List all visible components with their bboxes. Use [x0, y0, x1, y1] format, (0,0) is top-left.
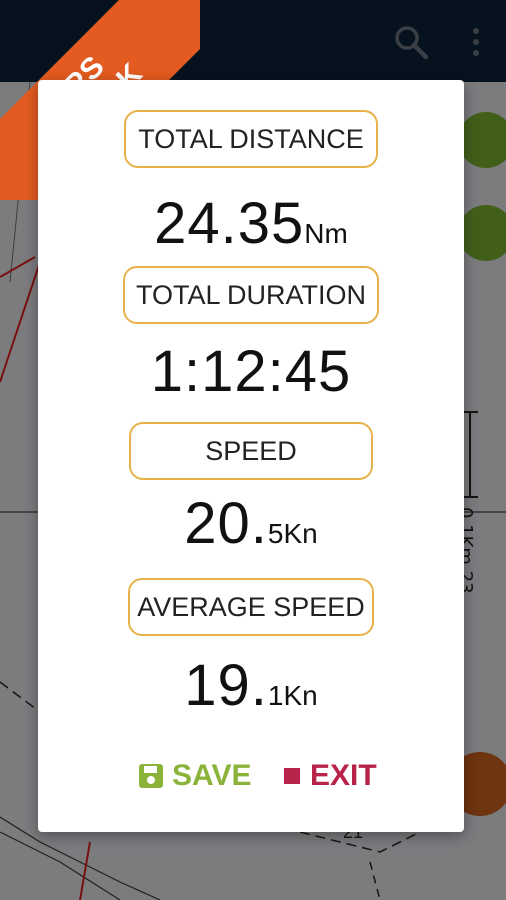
average-speed-label: AVERAGE SPEED [128, 578, 374, 636]
total-distance-value: 24.35 Nm [154, 191, 348, 256]
track-summary-dialog: TOTAL DISTANCE 24.35 Nm TOTAL DURATION 1… [38, 80, 464, 832]
total-duration-value: 1:12:45 [150, 339, 352, 404]
average-speed-value: 19. 1 Kn [184, 653, 318, 718]
speed-label: SPEED [129, 422, 373, 480]
exit-button[interactable]: EXIT [282, 752, 377, 800]
dialog-actions: SAVE EXIT [38, 752, 464, 800]
save-label: SAVE [172, 759, 252, 792]
stop-square-icon [284, 768, 300, 784]
speed-value: 20. 5 Kn [184, 491, 318, 556]
total-duration-label: TOTAL DURATION [123, 266, 379, 324]
exit-label: EXIT [310, 759, 377, 792]
save-button[interactable]: SAVE [138, 752, 251, 800]
total-distance-label: TOTAL DISTANCE [124, 110, 378, 168]
floppy-disk-icon [139, 764, 163, 788]
